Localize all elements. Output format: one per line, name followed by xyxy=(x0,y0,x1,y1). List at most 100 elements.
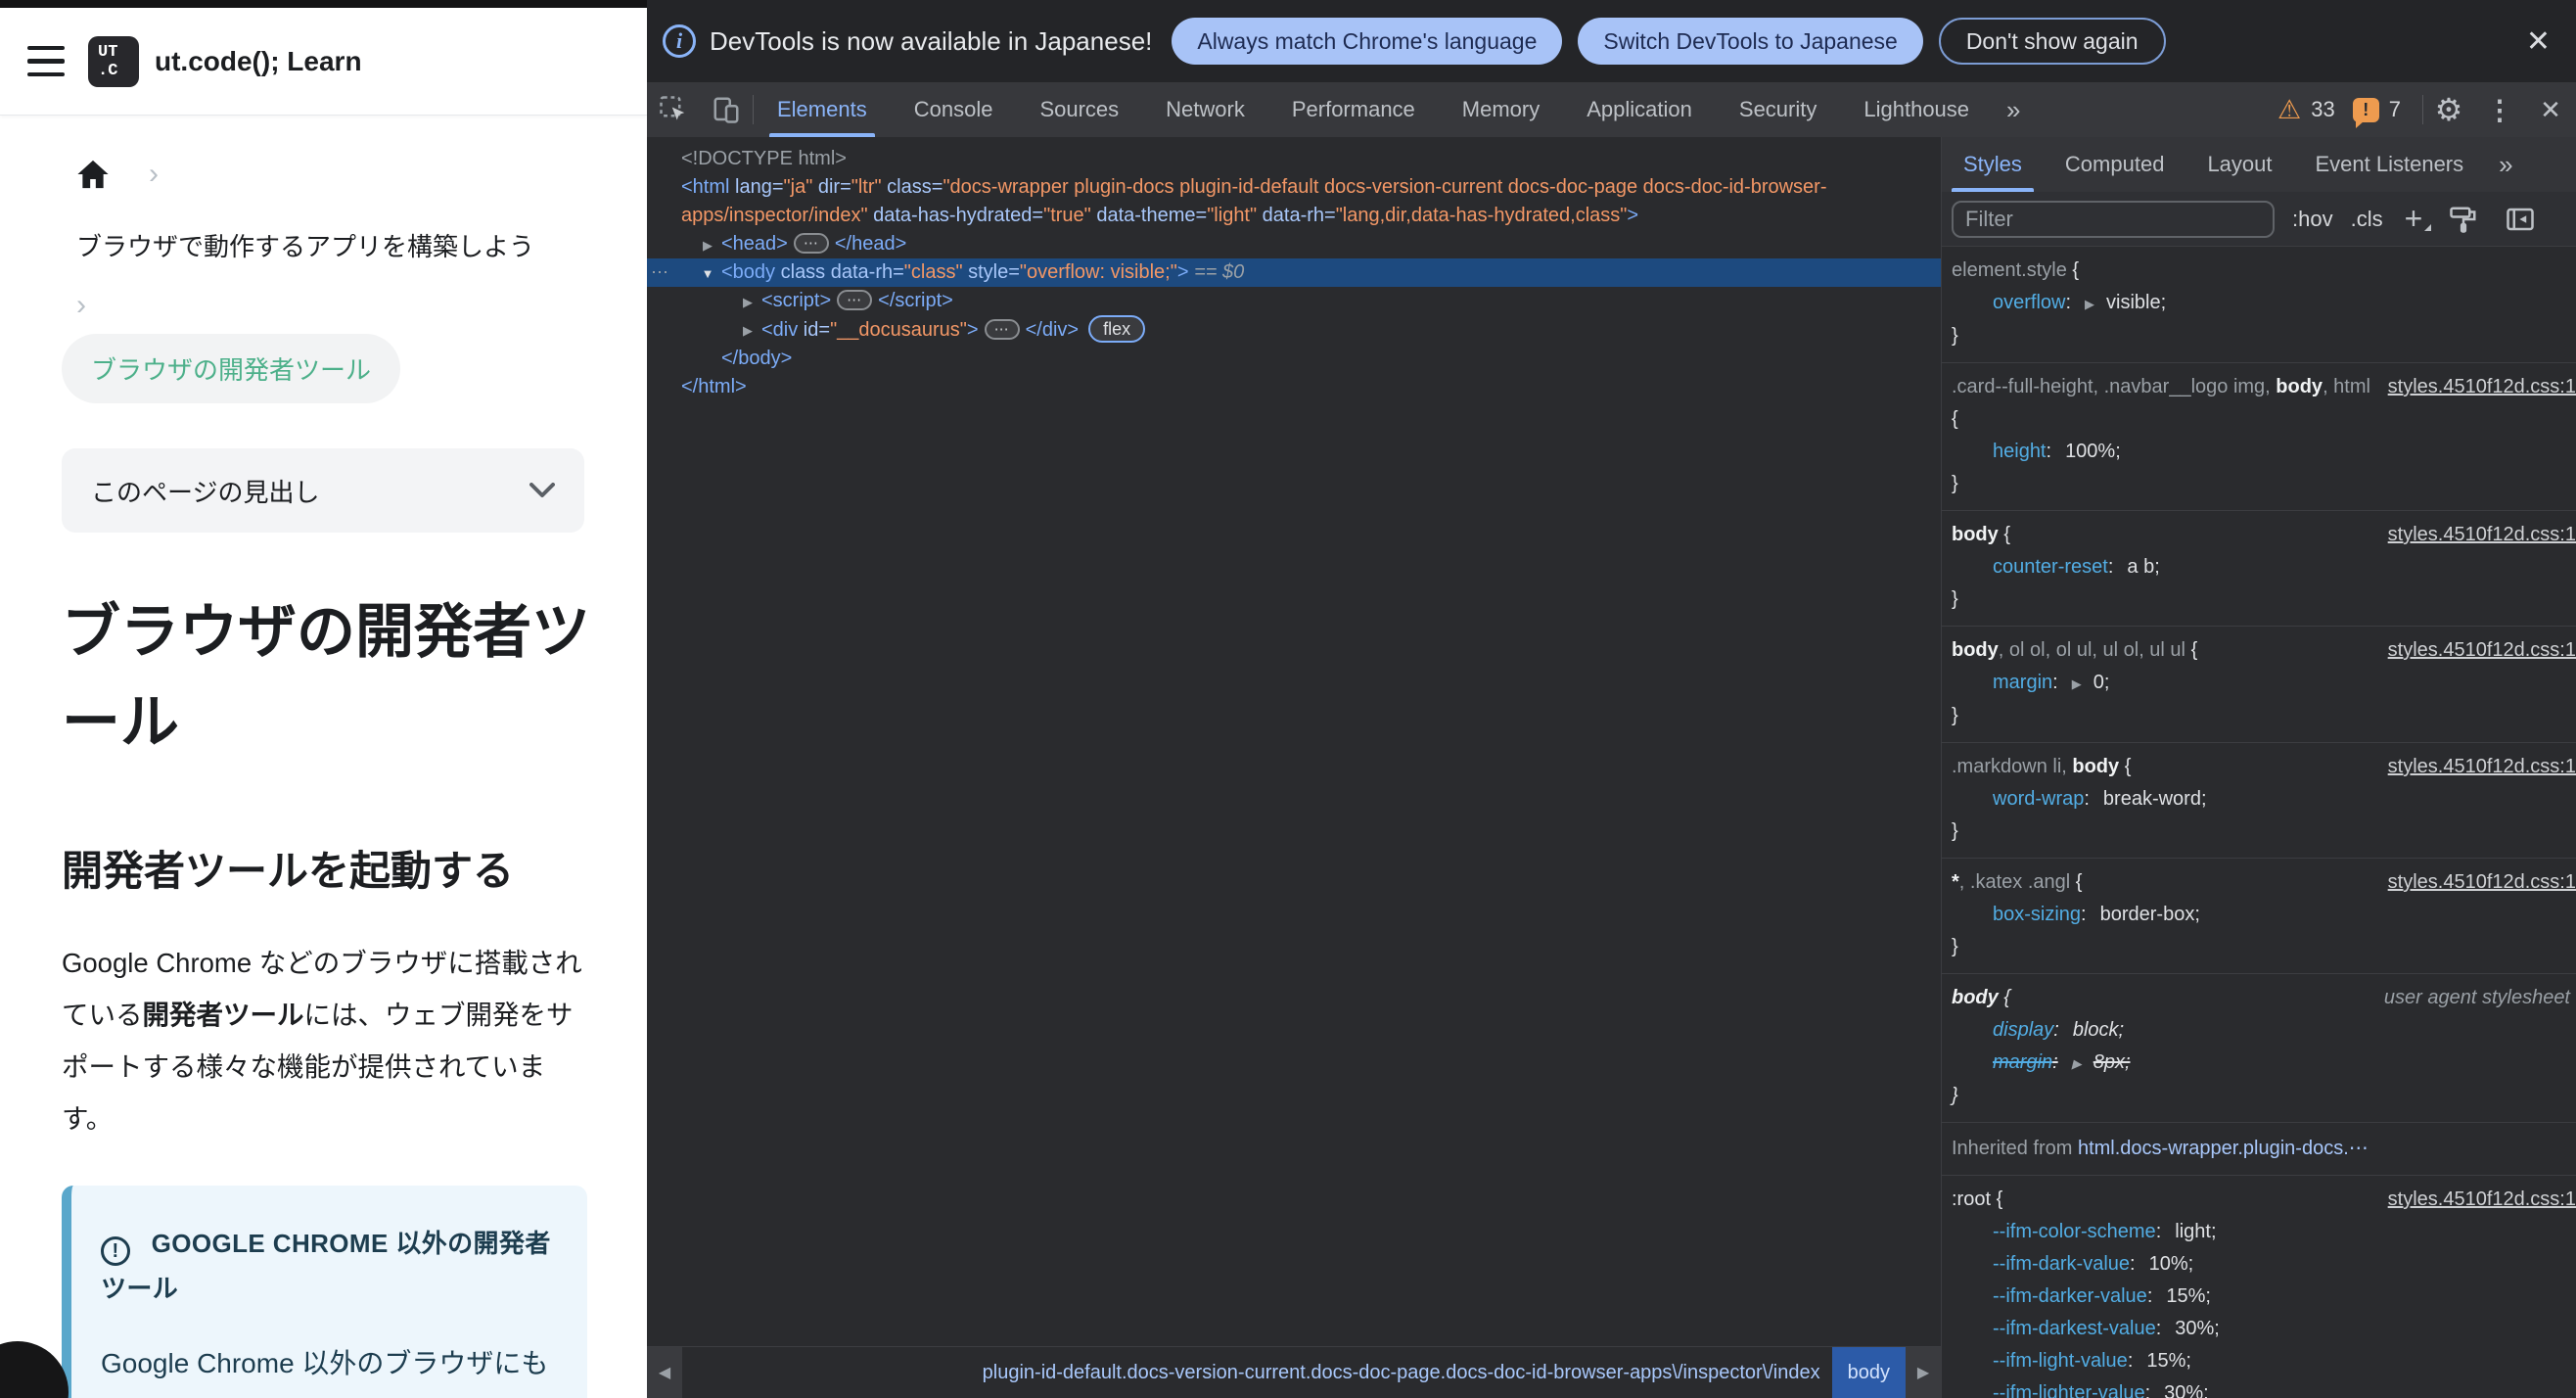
infobar-close-icon[interactable]: ✕ xyxy=(2516,24,2560,59)
css-property[interactable]: height: 100%; xyxy=(1952,436,2576,468)
stylesheet-source-link[interactable]: styles.4510f12d.css:1 xyxy=(2388,371,2576,403)
css-selector[interactable]: *, .katex .angl { xyxy=(1952,866,2376,899)
node-more-icon[interactable]: ⋯ xyxy=(651,258,669,287)
dom-node[interactable]: ▶ <head> ⋯ </head> xyxy=(647,230,1941,258)
inspect-element-icon[interactable] xyxy=(647,82,700,137)
stylesheet-source-link[interactable]: styles.4510f12d.css:1 xyxy=(2388,751,2576,783)
css-property[interactable]: counter-reset: a b; xyxy=(1952,551,2576,583)
css-property[interactable]: --ifm-color-scheme: light; xyxy=(1952,1216,2576,1248)
dom-node[interactable]: <!DOCTYPE html> xyxy=(647,145,1941,173)
css-property[interactable]: --ifm-light-value: 15%; xyxy=(1952,1345,2576,1377)
css-property-name: height xyxy=(1993,441,2047,462)
expand-arrow-icon[interactable]: ▶ xyxy=(736,288,759,316)
breadcrumb-scroll-right-icon[interactable]: ▶ xyxy=(1906,1347,1941,1398)
flex-badge[interactable]: flex xyxy=(1088,315,1146,343)
site-title[interactable]: ut.code(); Learn xyxy=(155,46,362,77)
tab-sources[interactable]: Sources xyxy=(1016,82,1142,137)
styles-filter-input[interactable] xyxy=(1952,200,2275,238)
css-property-value: 15%; xyxy=(2146,1350,2191,1372)
toggle-sidebar-icon[interactable] xyxy=(2501,192,2540,247)
banner-action-button[interactable]: Don't show again xyxy=(1938,18,2166,65)
expand-arrow-icon[interactable]: ▶ xyxy=(696,231,719,259)
home-icon[interactable] xyxy=(76,159,110,190)
console-counts[interactable]: ⚠ 33 ! 7 xyxy=(2277,96,2422,128)
css-property[interactable]: display: block; xyxy=(1952,1014,2576,1047)
toc-collapse-button[interactable]: このページの見出し xyxy=(62,448,584,533)
expand-value-icon[interactable]: ▶ xyxy=(2085,297,2094,311)
open-brace: { xyxy=(1952,408,1958,430)
css-property[interactable]: overflow: ▶ visible; xyxy=(1952,287,2576,320)
stylesheet-source-link[interactable]: styles.4510f12d.css:1 xyxy=(2388,519,2576,551)
devtools-toolbar: Elements Console Sources Network Performance… xyxy=(647,82,2576,137)
tab-memory[interactable]: Memory xyxy=(1439,82,1563,137)
tab-application[interactable]: Application xyxy=(1563,82,1716,137)
dom-token: dir= xyxy=(812,176,851,198)
dom-breadcrumb-selected-node[interactable]: body xyxy=(1831,1347,1906,1398)
breadcrumb-section-link[interactable]: ブラウザで動作するアプリを構築しよう xyxy=(76,227,585,263)
hamburger-menu-icon[interactable] xyxy=(27,45,67,77)
dom-token: <body xyxy=(721,261,776,283)
sidebar-more-tabs-icon[interactable]: » xyxy=(2485,150,2526,180)
toggle-pseudo-classes-button[interactable]: :hov xyxy=(2292,207,2333,232)
collapse-arrow-icon[interactable]: ▼ xyxy=(696,259,719,288)
css-selector[interactable]: body { xyxy=(1952,519,2376,551)
sidebar-tab-computed[interactable]: Computed xyxy=(2044,137,2186,192)
css-property[interactable]: margin: ▶ 0; xyxy=(1952,667,2576,700)
sidebar-tab-styles[interactable]: Styles xyxy=(1942,137,2044,192)
kebab-menu-icon[interactable]: ⋮ xyxy=(2474,82,2525,137)
device-toolbar-icon[interactable] xyxy=(700,82,753,137)
paint-roller-icon[interactable] xyxy=(2444,192,2483,247)
tab-elements[interactable]: Elements xyxy=(754,82,891,137)
css-selector[interactable]: .markdown li, body { xyxy=(1952,751,2376,783)
dom-node[interactable]: ▶ <div id="__docusaurus"> ⋯ </div> flex xyxy=(647,315,1941,345)
section-heading: 開発者ツールを起動する xyxy=(62,848,515,894)
css-property[interactable]: --ifm-darker-value: 15%; xyxy=(1952,1281,2576,1313)
inherited-from-node-link[interactable]: html.docs-wrapper.plugin-docs.⋯ xyxy=(2078,1138,2369,1159)
dom-token: data-rh= xyxy=(825,261,904,283)
dom-node[interactable]: <html lang="ja" dir="ltr" class="docs-wr… xyxy=(647,173,1941,230)
tab-security[interactable]: Security xyxy=(1716,82,1840,137)
sidebar-tab-layout[interactable]: Layout xyxy=(2185,137,2293,192)
expand-value-icon[interactable]: ▶ xyxy=(2072,676,2082,691)
css-property[interactable]: --ifm-darkest-value: 30%; xyxy=(1952,1313,2576,1345)
floating-action-button[interactable] xyxy=(0,1341,69,1398)
css-selector[interactable]: element.style { xyxy=(1952,255,2576,287)
banner-action-button[interactable]: Always match Chrome's language xyxy=(1172,18,1563,65)
toggle-element-classes-button[interactable]: .cls xyxy=(2351,207,2383,232)
settings-gear-icon[interactable]: ⚙ xyxy=(2423,82,2474,137)
banner-action-button[interactable]: Switch DevTools to Japanese xyxy=(1578,18,1923,65)
css-rule: :root { styles.4510f12d.css:1 --ifm-color-… xyxy=(1942,1176,2576,1398)
new-style-rule-button[interactable]: + xyxy=(2401,201,2431,237)
stylesheet-source-link[interactable]: styles.4510f12d.css:1 xyxy=(2388,866,2576,899)
css-property[interactable]: word-wrap: break-word; xyxy=(1952,783,2576,816)
stylesheet-source-link[interactable]: styles.4510f12d.css:1 xyxy=(2388,1184,2576,1216)
site-logo[interactable]: UT .C xyxy=(88,35,139,87)
dom-node[interactable]: ▶ <script> ⋯ </script> xyxy=(647,287,1941,315)
sidebar-tab-event-listeners[interactable]: Event Listeners xyxy=(2294,137,2486,192)
css-property[interactable]: margin: ▶ 8px; xyxy=(1952,1047,2576,1080)
stylesheet-source-link[interactable]: styles.4510f12d.css:1 xyxy=(2388,634,2576,667)
breadcrumb-scroll-left-icon[interactable]: ◀ xyxy=(647,1347,682,1398)
tab-network[interactable]: Network xyxy=(1142,82,1268,137)
css-selector[interactable]: .card--full-height, .navbar__logo img, b… xyxy=(1952,371,2376,436)
expand-arrow-icon[interactable]: ▶ xyxy=(736,316,759,345)
css-selector[interactable]: body { xyxy=(1952,982,2372,1014)
tab-console[interactable]: Console xyxy=(891,82,1017,137)
css-selector[interactable]: :root { xyxy=(1952,1184,2376,1216)
dom-node[interactable]: </body> xyxy=(647,345,1941,373)
css-property[interactable]: box-sizing: border-box; xyxy=(1952,899,2576,931)
dom-node[interactable]: ⋯ ▼ <body class data-rh="class" style="ove… xyxy=(647,258,1941,287)
css-selector[interactable]: body, ol ol, ol ul, ul ol, ul ul { xyxy=(1952,634,2376,667)
more-tabs-icon[interactable]: » xyxy=(1993,95,2034,125)
dom-node[interactable]: </html> xyxy=(647,373,1941,401)
collapsed-content-badge[interactable]: ⋯ xyxy=(837,290,873,310)
tab-performance[interactable]: Performance xyxy=(1268,82,1439,137)
collapsed-content-badge[interactable]: ⋯ xyxy=(793,233,829,254)
tab-lighthouse[interactable]: Lighthouse xyxy=(1840,82,1993,137)
expand-value-icon[interactable]: ▶ xyxy=(2072,1056,2082,1071)
collapsed-content-badge[interactable]: ⋯ xyxy=(984,319,1020,340)
css-property[interactable]: --ifm-dark-value: 10%; xyxy=(1952,1248,2576,1281)
devtools-close-icon[interactable]: ✕ xyxy=(2525,82,2576,137)
css-property[interactable]: --ifm-lighter-value: 30%; xyxy=(1952,1377,2576,1398)
dom-breadcrumb-path[interactable]: plugin-id-default.docs-version-current.d… xyxy=(682,1347,1832,1398)
